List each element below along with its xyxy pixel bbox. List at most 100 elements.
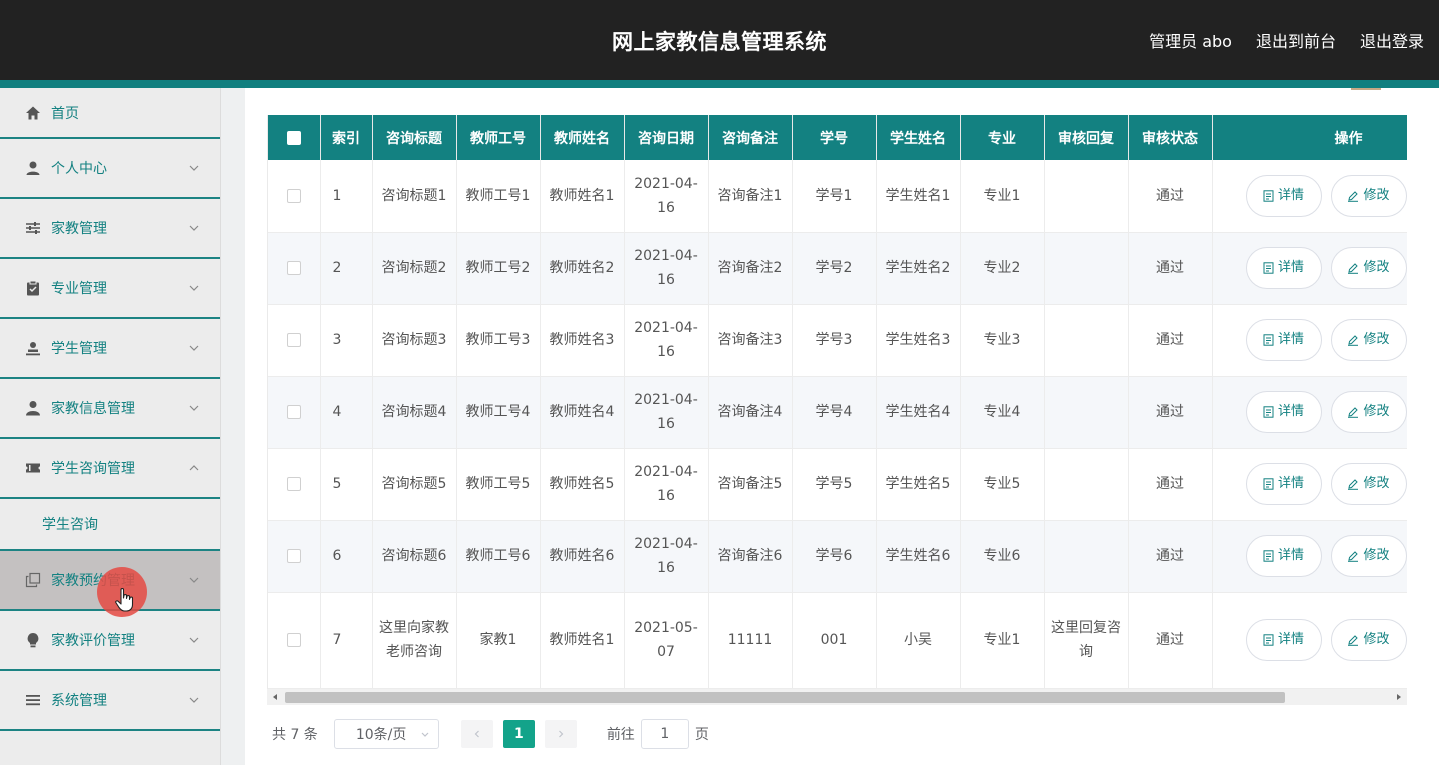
cell-teacher-id: 教师工号4 <box>456 376 541 449</box>
column-header-date[interactable]: 咨询日期 <box>624 115 709 160</box>
cell-date: 2021-04-16 <box>624 520 709 593</box>
cell-date: 2021-04-16 <box>624 304 709 377</box>
detail-button[interactable]: 详情 <box>1245 174 1322 217</box>
cell-actions: 详情 修改 <box>1212 376 1407 449</box>
cell-date: 2021-04-16 <box>624 448 709 521</box>
cell-status: 通过 <box>1128 304 1213 377</box>
cell-reply <box>1044 448 1129 521</box>
edit-button[interactable]: 修改 <box>1330 619 1407 661</box>
next-page-button[interactable] <box>544 720 577 748</box>
row-checkbox[interactable] <box>286 477 301 491</box>
select-all-checkbox[interactable] <box>286 130 301 145</box>
edit-button[interactable]: 修改 <box>1330 463 1407 505</box>
exit-to-front-link[interactable]: 退出到前台 <box>1256 28 1336 52</box>
row-checkbox[interactable] <box>286 333 301 347</box>
scrollbar-thumb[interactable] <box>285 692 1285 703</box>
cell-student-id: 学号6 <box>792 520 877 593</box>
cell-date: 2021-04-16 <box>624 376 709 449</box>
cell-teacher-name: 教师姓名2 <box>540 232 625 305</box>
row-actions: 详情 修改 <box>1213 319 1408 361</box>
sidebar-item-tutor-management[interactable]: 家教管理 <box>0 199 220 259</box>
column-header-remark[interactable]: 咨询备注 <box>708 115 793 160</box>
sidebar-item-home[interactable]: 首页 <box>0 88 220 139</box>
row-checkbox[interactable] <box>286 549 301 563</box>
row-checkbox[interactable] <box>286 261 301 275</box>
scroll-right-icon[interactable] <box>1395 693 1403 701</box>
row-checkbox[interactable] <box>286 633 301 647</box>
document-icon <box>1263 634 1274 646</box>
sidebar-item-label: 家教信息管理 <box>51 401 135 417</box>
column-header-title[interactable]: 咨询标题 <box>372 115 457 160</box>
edit-button-label: 修改 <box>1363 404 1390 419</box>
chevron-right-icon <box>558 730 564 738</box>
edit-button-label: 修改 <box>1363 476 1390 491</box>
edit-icon <box>1348 551 1359 562</box>
cell-status: 通过 <box>1128 376 1213 449</box>
sidebar-item-consultation-management[interactable]: 学生咨询管理 <box>0 439 220 499</box>
sidebar-item-review-management[interactable]: 家教评价管理 <box>0 611 220 671</box>
cell-remark: 11111 <box>708 592 793 689</box>
cell-teacher-name: 教师姓名3 <box>540 304 625 377</box>
detail-button[interactable]: 详情 <box>1245 319 1322 361</box>
cell-index: 6 <box>320 520 373 593</box>
sidebar-item-label: 首页 <box>51 105 79 122</box>
cell-actions: 详情 修改 <box>1212 304 1408 377</box>
detail-button[interactable]: 详情 <box>1245 463 1322 505</box>
edit-button[interactable]: 修改 <box>1330 319 1407 361</box>
table-header: 索引 咨询标题 教师工号 教师姓名 咨询日期 咨询备注 学号 学生姓名 专业 审… <box>268 115 1407 160</box>
column-header-student-id[interactable]: 学号 <box>792 115 877 160</box>
table-row[interactable]: 7 这里向家教老师咨询 家教1 教师姓名1 2021-05-07 11111 001 小吴 专业… <box>268 592 1407 689</box>
admin-user-label[interactable]: 管理员 abo <box>1149 28 1232 52</box>
sidebar-item-label: 家教预约管理 <box>51 573 135 589</box>
cell-remark: 咨询备注2 <box>708 232 793 305</box>
edit-button[interactable]: 修改 <box>1330 391 1407 433</box>
column-header-major[interactable]: 专业 <box>960 115 1045 160</box>
page-number-button[interactable]: 1 <box>502 720 535 748</box>
page-size-select[interactable]: 10条/页 <box>333 719 439 749</box>
cell-index: 1 <box>320 160 373 233</box>
sidebar-item-student-management[interactable]: 学生管理 <box>0 319 220 379</box>
sidebar-item-tutor-info-management[interactable]: 家教信息管理 <box>0 379 220 439</box>
edit-icon <box>1348 335 1359 346</box>
edit-button[interactable]: 修改 <box>1330 535 1407 577</box>
cell-teacher-name: 教师姓名1 <box>540 160 625 233</box>
sidebar-item-label: 学生咨询管理 <box>51 461 135 477</box>
column-header-reply[interactable]: 审核回复 <box>1044 115 1129 160</box>
sidebar-item-profile[interactable]: 个人中心 <box>0 139 220 199</box>
row-checkbox[interactable] <box>286 188 301 203</box>
row-checkbox[interactable] <box>286 405 301 419</box>
detail-button[interactable]: 详情 <box>1245 247 1322 289</box>
table-row[interactable]: 2 咨询标题2 教师工号2 教师姓名2 2021-04-16 咨询备注2 学号2 学生姓名2 专… <box>268 232 1407 305</box>
goto-page-input[interactable] <box>640 719 689 749</box>
chevron-up-icon <box>189 465 199 471</box>
column-header-teacher-name[interactable]: 教师姓名 <box>540 115 625 160</box>
table-row[interactable]: 1 咨询标题1 教师工号1 教师姓名1 2021-04-16 咨询备注1 学号1 学生姓名1 专… <box>268 160 1407 233</box>
edit-button[interactable]: 修改 <box>1330 247 1407 289</box>
cell-student-name: 学生姓名3 <box>876 304 961 377</box>
logout-link[interactable]: 退出登录 <box>1360 28 1424 52</box>
table-horizontal-scrollbar[interactable] <box>267 689 1407 705</box>
cell-student-name: 学生姓名5 <box>876 448 961 521</box>
sidebar-item-major-management[interactable]: 专业管理 <box>0 259 220 319</box>
submenu-item-student-consultation[interactable]: 学生咨询 <box>0 499 220 551</box>
table-row[interactable]: 4 咨询标题4 教师工号4 教师姓名4 2021-04-16 咨询备注4 学号4 学生姓名4 专… <box>268 376 1407 449</box>
detail-button[interactable]: 详情 <box>1245 391 1322 433</box>
column-header-index[interactable]: 索引 <box>320 115 373 160</box>
detail-button[interactable]: 详情 <box>1245 619 1322 661</box>
detail-button[interactable]: 详情 <box>1245 535 1322 577</box>
sidebar-item-booking-management[interactable]: 家教预约管理 <box>0 551 220 611</box>
edit-button[interactable]: 修改 <box>1330 174 1407 217</box>
table-row[interactable]: 3 咨询标题3 教师工号3 教师姓名3 2021-04-16 咨询备注3 学号3 学生姓名3 专… <box>268 304 1408 377</box>
edit-button-label: 修改 <box>1363 332 1390 347</box>
cell-student-name: 小吴 <box>876 592 961 689</box>
column-header-status[interactable]: 审核状态 <box>1128 115 1213 160</box>
cell-actions: 详情 修改 <box>1212 592 1407 689</box>
sidebar-item-system-management[interactable]: 系统管理 <box>0 671 220 731</box>
column-header-teacher-id[interactable]: 教师工号 <box>456 115 541 160</box>
table-row[interactable]: 5 咨询标题5 教师工号5 教师姓名5 2021-04-16 咨询备注5 学号5 学生姓名5 专… <box>268 448 1407 521</box>
consultation-table-container: 索引 咨询标题 教师工号 教师姓名 咨询日期 咨询备注 学号 学生姓名 专业 审… <box>267 115 1407 690</box>
prev-page-button[interactable] <box>460 720 493 748</box>
table-row[interactable]: 6 咨询标题6 教师工号6 教师姓名6 2021-04-16 咨询备注6 学号6 学生姓名6 专… <box>268 520 1407 593</box>
column-header-student-name[interactable]: 学生姓名 <box>876 115 961 160</box>
scroll-left-icon[interactable] <box>271 693 279 701</box>
